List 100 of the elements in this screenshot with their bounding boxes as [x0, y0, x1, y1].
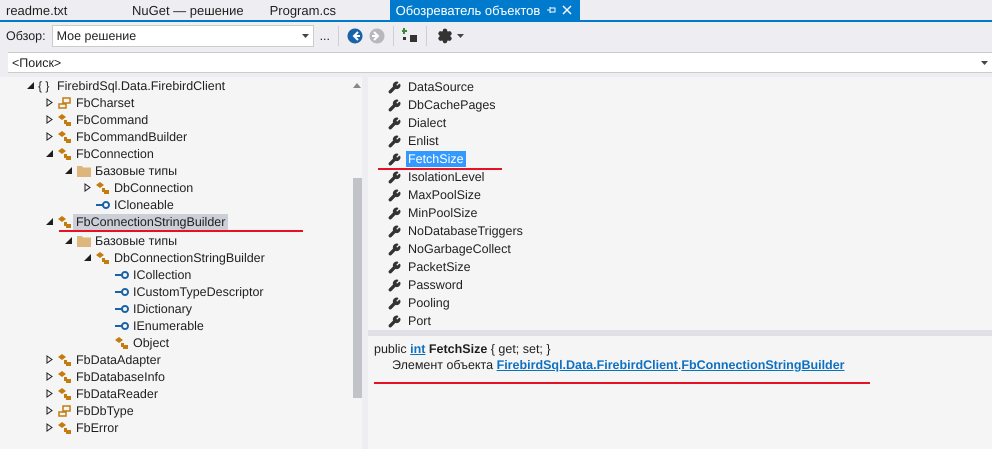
member-item[interactable]: DataSource — [406, 79, 476, 95]
tree-item[interactable]: FbConnection — [73, 146, 157, 162]
class-icon — [96, 252, 109, 264]
caret-icon — [981, 60, 988, 64]
tree-item[interactable]: DbConnection — [111, 180, 196, 196]
class-icon — [58, 370, 71, 382]
collapsed-arrow-icon[interactable] — [46, 132, 52, 141]
class-icon — [58, 422, 71, 434]
wrench-icon — [388, 170, 401, 184]
tree-item[interactable]: FbDataReader — [73, 386, 161, 402]
enum-icon — [57, 404, 73, 418]
close-icon[interactable] — [562, 5, 572, 15]
collapsed-arrow-icon[interactable] — [46, 115, 52, 124]
collapsed-arrow-icon[interactable] — [46, 423, 52, 432]
tree-item[interactable]: FirebirdSql.Data.FirebirdClient — [54, 78, 228, 94]
add-reference-icon[interactable] — [402, 28, 418, 44]
tree-item[interactable]: DbConnectionStringBuilder — [111, 250, 268, 266]
member-item[interactable]: NoDatabaseTriggers — [406, 223, 525, 239]
member-item[interactable]: DbCachePages — [406, 97, 498, 113]
caret-icon — [457, 34, 464, 38]
wrench-icon — [388, 80, 401, 94]
class-icon — [58, 114, 71, 126]
expanded-arrow-icon[interactable] — [64, 167, 72, 174]
tree-item[interactable]: IDictionary — [130, 300, 196, 316]
browse-dropdown[interactable]: Мое решение — [52, 25, 314, 47]
more-button[interactable]: ... — [320, 29, 330, 43]
class-icon — [58, 354, 71, 366]
tree-item[interactable]: FbDataAdapter — [73, 352, 164, 368]
member-item[interactable]: Pooling — [406, 295, 452, 311]
document-tab[interactable]: Program.cs — [264, 0, 378, 20]
wrench-icon — [388, 134, 401, 148]
document-tab[interactable]: NuGet — решение — [126, 0, 252, 20]
pin-icon[interactable] — [546, 5, 556, 15]
tree-item[interactable]: ICloneable — [111, 196, 177, 212]
member-item[interactable]: Password — [406, 277, 465, 293]
namespace-link[interactable]: FirebirdSql.Data.FirebirdClient — [496, 358, 678, 372]
member-item[interactable]: MinPoolSize — [406, 205, 480, 221]
wrench-icon — [388, 260, 401, 274]
member-item[interactable]: IsolationLevel — [406, 169, 486, 185]
wrench-icon — [388, 188, 401, 202]
scrollbar-thumb[interactable] — [352, 178, 362, 398]
expanded-arrow-icon[interactable] — [84, 254, 90, 261]
member-item[interactable]: Enlist — [406, 133, 441, 149]
expanded-arrow-icon[interactable] — [26, 82, 34, 89]
wrench-icon — [388, 116, 401, 130]
wrench-icon — [388, 206, 401, 220]
class-link[interactable]: FbConnectionStringBuilder — [681, 358, 845, 372]
collapsed-arrow-icon[interactable] — [84, 183, 90, 192]
class-icon — [58, 388, 71, 400]
class-icon — [58, 130, 71, 142]
expanded-arrow-icon[interactable] — [46, 150, 52, 157]
member-item[interactable]: NoGarbageCollect — [406, 241, 513, 257]
tree-item[interactable]: FbDbType — [73, 402, 137, 418]
scroll-up-icon[interactable] — [353, 83, 361, 88]
folder-icon — [76, 164, 92, 178]
member-owner: Элемент объекта FirebirdSql.Data.FirebirdClient.FbConnectionStringBuilder — [391, 358, 846, 372]
wrench-icon — [388, 242, 401, 256]
tree-item[interactable]: ICustomTypeDescriptor — [130, 284, 267, 300]
search-field[interactable]: <Поиск> — [8, 52, 992, 73]
document-tab[interactable]: Обозреватель объектов — [390, 0, 580, 20]
class-icon — [58, 216, 71, 228]
member-item[interactable]: PacketSize — [406, 259, 473, 275]
back-icon[interactable] — [347, 28, 363, 44]
wrench-icon — [388, 278, 401, 292]
member-signature: public int FetchSize { get; set; } — [374, 342, 552, 356]
tree-item[interactable]: IEnumerable — [130, 318, 207, 334]
tree-item[interactable]: Базовые типы — [92, 232, 180, 248]
wrench-icon — [388, 224, 401, 238]
caret-icon — [302, 34, 309, 38]
class-icon — [58, 148, 71, 160]
member-item[interactable]: Port — [406, 313, 433, 329]
class-icon — [115, 336, 128, 348]
type-link[interactable]: int — [410, 342, 426, 356]
collapsed-arrow-icon[interactable] — [46, 406, 52, 415]
tree-item[interactable]: Базовые типы — [92, 162, 180, 178]
enum-icon — [57, 96, 73, 110]
expanded-arrow-icon[interactable] — [64, 237, 72, 244]
tree-item[interactable]: FbDatabaseInfo — [73, 368, 168, 384]
tree-item[interactable]: FbCharset — [73, 94, 138, 110]
class-icon — [96, 182, 109, 194]
wrench-icon — [388, 98, 401, 112]
namespace-glyph: { } — [38, 78, 50, 92]
member-item[interactable]: MaxPoolSize — [406, 187, 483, 203]
expanded-arrow-icon[interactable] — [46, 218, 52, 225]
tree-item[interactable]: Object — [130, 334, 172, 350]
wrench-icon — [388, 314, 401, 328]
document-tab[interactable]: readme.txt — [0, 0, 114, 20]
member-item[interactable]: Dialect — [406, 115, 448, 131]
tree-item[interactable]: FbError — [73, 420, 122, 436]
tree-item[interactable]: FbConnectionStringBuilder — [73, 214, 228, 230]
tree-item[interactable]: FbCommand — [73, 112, 152, 128]
collapsed-arrow-icon[interactable] — [46, 372, 52, 381]
browse-label: Обзор: — [6, 29, 46, 43]
wrench-icon — [388, 296, 401, 310]
collapsed-arrow-icon[interactable] — [46, 355, 52, 364]
tree-item[interactable]: ICollection — [130, 266, 194, 282]
tree-item[interactable]: FbCommandBuilder — [73, 128, 190, 144]
collapsed-arrow-icon[interactable] — [46, 389, 52, 398]
wrench-icon — [388, 152, 401, 166]
collapsed-arrow-icon[interactable] — [46, 98, 52, 107]
